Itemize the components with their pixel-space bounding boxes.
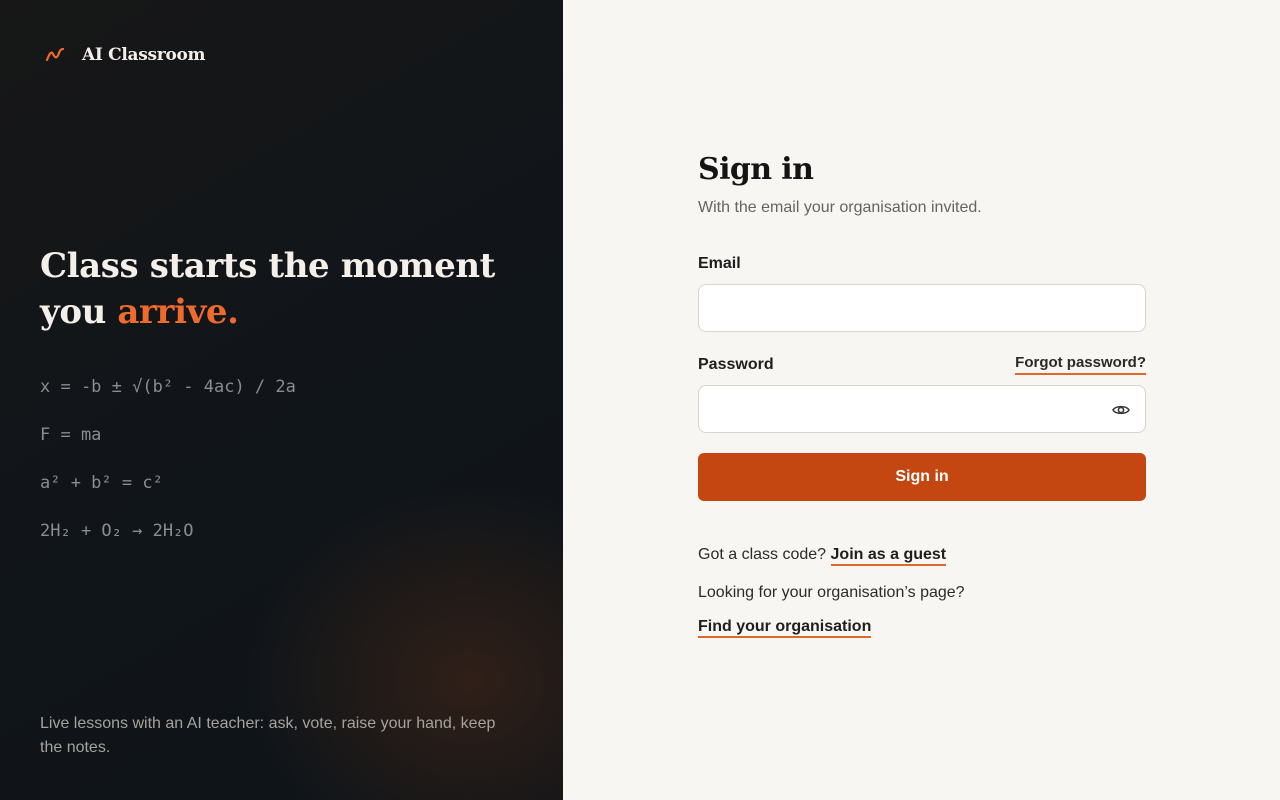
join-as-guest-link[interactable]: Join as a guest [830, 546, 947, 566]
headline-accent: arrive. [117, 292, 239, 332]
formula-water: 2H₂ + O₂ → 2H₂O [40, 521, 194, 541]
password-label: Password [698, 355, 774, 373]
brand[interactable]: AI Classroom [44, 44, 206, 66]
org-prompt: Looking for your organisation’s page? [698, 584, 965, 601]
headline-line1: Class starts the moment [40, 246, 495, 286]
guest-row: Got a class code? Join as a guest [698, 545, 1146, 566]
guest-prompt: Got a class code? [698, 546, 827, 563]
password-label-row: Password Forgot password? [698, 354, 1146, 375]
email-label: Email [698, 255, 741, 272]
org-link-row: Find your organisation [698, 617, 1146, 638]
hero-headline: Class starts the moment you arrive. [40, 243, 520, 335]
squiggle-logo-icon [44, 44, 66, 66]
password-field[interactable] [699, 386, 1145, 432]
page-subtitle: With the email your organisation invited… [698, 199, 982, 216]
brand-name: AI Classroom [82, 45, 206, 65]
sign-in-panel: Sign in With the email your organisation… [563, 0, 1280, 800]
hero-panel: AI Classroom Class starts the moment you… [0, 0, 563, 800]
email-field[interactable] [699, 285, 1145, 331]
find-organisation-link[interactable]: Find your organisation [698, 618, 872, 638]
headline-line2-prefix: you [40, 292, 106, 332]
password-field-container [698, 385, 1146, 433]
formula-pythagoras: a² + b² = c² [40, 473, 163, 493]
page-title: Sign in [698, 152, 814, 187]
email-field-container [698, 284, 1146, 332]
hero-tagline: Live lessons with an AI teacher: ask, vo… [40, 715, 496, 756]
forgot-password-link[interactable]: Forgot password? [1015, 354, 1146, 375]
sign-in-button[interactable]: Sign in [698, 453, 1146, 501]
formula-quadratic: x = -b ± √(b² - 4ac) / 2a [40, 377, 296, 397]
eye-icon[interactable] [1111, 400, 1131, 420]
formula-list: x = -b ± √(b² - 4ac) / 2a F = ma a² + b²… [40, 376, 296, 568]
sign-in-form: Sign in With the email your organisation… [698, 150, 1146, 638]
formula-newton: F = ma [40, 425, 102, 445]
